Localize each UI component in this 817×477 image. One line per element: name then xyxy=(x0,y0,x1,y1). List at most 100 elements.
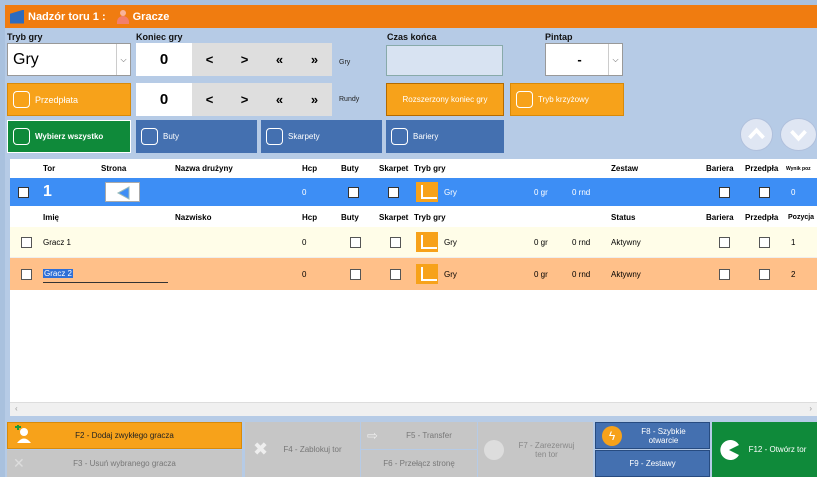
f8-label: F8 - Szybkie otwarcie xyxy=(641,426,686,445)
fast-prev-button[interactable]: « xyxy=(263,52,297,67)
scroll-left-icon[interactable]: ‹ xyxy=(15,404,18,413)
f5-transfer-button[interactable]: ⇨ F5 - Transfer xyxy=(361,422,477,449)
rundy-value[interactable]: 0 xyxy=(136,83,192,116)
player-przedpla-checkbox[interactable] xyxy=(759,268,770,280)
player-skarpet-checkbox[interactable] xyxy=(390,236,401,248)
player-imie: Gracz 2 xyxy=(43,269,74,278)
scroll-right-icon[interactable]: › xyxy=(809,404,812,413)
fast-next-button[interactable]: » xyxy=(298,92,332,107)
chevron-up-icon xyxy=(748,127,765,140)
checkbox-icon xyxy=(13,128,30,145)
prev-button[interactable]: < xyxy=(193,52,227,67)
chevron-down-icon[interactable]: ⌵ xyxy=(116,44,130,75)
tryb-gry-dropdown[interactable]: Gry ⌵ xyxy=(7,43,131,76)
buty-label: Buty xyxy=(163,132,180,141)
player-imie[interactable]: Gracz 1 xyxy=(43,227,71,257)
tryb-krzyzowy-button[interactable]: Tryb krzyżowy xyxy=(510,83,624,116)
lane-skarpet-checkbox[interactable] xyxy=(388,186,399,198)
col-bariera: Bariera xyxy=(706,213,734,222)
f8-quick-open-button[interactable]: ϟ F8 - Szybkie otwarcie xyxy=(595,422,710,449)
f6-switch-side-button[interactable]: F6 - Przełącz stronę xyxy=(361,450,477,477)
game-mode-icon xyxy=(416,264,438,284)
reserve-icon xyxy=(484,439,504,460)
f9-label: F9 - Zestawy xyxy=(629,459,676,468)
lane-bariera-checkbox[interactable] xyxy=(719,186,730,198)
lane-rnd: 0 rnd xyxy=(572,187,591,197)
game-mode-icon xyxy=(416,232,438,252)
f2-add-player-button[interactable]: F2 - Dodaj zwykłego gracza xyxy=(7,422,242,449)
player-imie-input[interactable]: Gracz 2 xyxy=(43,265,168,283)
fast-prev-button[interactable]: « xyxy=(263,92,297,107)
player-przedpla-checkbox[interactable] xyxy=(759,236,770,248)
horizontal-scrollbar[interactable]: ‹ › xyxy=(10,402,817,416)
czas-konca-input[interactable] xyxy=(386,45,503,76)
czas-konca-label: Czas końca xyxy=(387,32,437,42)
player-bariera-checkbox[interactable] xyxy=(719,268,730,280)
player-gr: 0 gr xyxy=(534,237,548,247)
tryb-gry-value: Gry xyxy=(13,50,39,68)
przedplata-button[interactable]: Przedpłata xyxy=(7,83,131,116)
f3-label: F3 - Usuń wybranego gracza xyxy=(73,459,176,468)
player-rnd: 0 rnd xyxy=(572,269,591,279)
player-buty-checkbox[interactable] xyxy=(350,268,361,280)
player-skarpet-checkbox[interactable] xyxy=(390,268,401,280)
tryb-krzyzowy-label: Tryb krzyżowy xyxy=(538,95,589,104)
rozszerzony-button[interactable]: Rozszerzony koniec gry xyxy=(386,83,504,116)
scroll-down-button[interactable] xyxy=(780,118,817,151)
game-mode-icon xyxy=(416,182,438,202)
col-status: Status xyxy=(611,213,636,222)
pintap-label: Pintap xyxy=(545,32,573,42)
col-skarpet: Skarpet xyxy=(379,213,409,222)
koniec-gry-value[interactable]: 0 xyxy=(136,43,192,76)
buty-button[interactable]: Buty xyxy=(136,120,257,153)
pintap-value: - xyxy=(577,52,582,67)
fast-next-button[interactable]: » xyxy=(298,52,332,67)
chevron-down-icon[interactable]: ⌵ xyxy=(608,44,622,75)
col-hcp: Hcp xyxy=(302,164,318,173)
player-row[interactable]: Gracz 2 0 Gry 0 gr 0 rnd Aktywny 2 xyxy=(10,258,817,290)
player-tryb: Gry xyxy=(444,237,457,247)
next-button[interactable]: > xyxy=(228,92,262,107)
player-checkbox[interactable] xyxy=(21,236,32,248)
next-button[interactable]: > xyxy=(228,52,262,67)
player-pozycja: 2 xyxy=(791,269,796,279)
scroll-up-button[interactable] xyxy=(740,118,773,151)
main-window: Nadzór toru 1 : Gracze Tryb gry Koniec g… xyxy=(5,5,817,477)
prev-button[interactable]: < xyxy=(193,92,227,107)
koniec-gry-nav: < > « » xyxy=(192,43,332,76)
player-rnd: 0 rnd xyxy=(572,237,591,247)
f7-reserve-button[interactable]: F7 - Zarezerwuj ten tor xyxy=(478,422,593,477)
gry-unit: Gry xyxy=(339,59,351,66)
skarpety-button[interactable]: Skarpety xyxy=(261,120,382,153)
player-bariera-checkbox[interactable] xyxy=(719,236,730,248)
lane-grid: Tor Strona Nazwa drużyny Hcp Buty Skarpe… xyxy=(10,159,817,402)
lane-buty-checkbox[interactable] xyxy=(348,186,359,198)
player-pozycja: 1 xyxy=(791,237,796,247)
player-checkbox[interactable] xyxy=(21,268,32,280)
transfer-icon: ⇨ xyxy=(367,427,378,443)
f4-lock-lane-button[interactable]: ✖ F4 - Zablokuj tor xyxy=(245,422,360,477)
lane-checkbox[interactable] xyxy=(18,186,29,198)
f12-open-lane-button[interactable]: F12 - Otwórz tor xyxy=(712,422,817,477)
bariery-button[interactable]: Bariery xyxy=(386,120,504,153)
player-buty-checkbox[interactable] xyxy=(350,236,361,248)
checkbox-icon xyxy=(516,91,533,108)
col-bariera: Bariera xyxy=(706,164,734,173)
f9-sets-button[interactable]: F9 - Zestawy xyxy=(595,450,710,477)
lane-przedpla-checkbox[interactable] xyxy=(759,186,770,198)
pintap-dropdown[interactable]: - ⌵ xyxy=(545,43,623,76)
checkbox-icon xyxy=(13,91,30,108)
f3-remove-player-button[interactable]: ✕ F3 - Usuń wybranego gracza xyxy=(7,450,242,477)
strona-button[interactable] xyxy=(105,178,140,206)
lane-row[interactable]: 1 0 Gry 0 gr 0 rnd 0 xyxy=(10,178,817,206)
wybierz-wszystko-button[interactable]: Wybierz wszystko xyxy=(7,120,131,153)
checkbox-icon xyxy=(391,128,408,145)
rundy-nav: < > « » xyxy=(192,83,332,116)
lane-icon xyxy=(10,9,24,24)
lane-wynik: 0 xyxy=(791,187,796,197)
f6-label: F6 - Przełącz stronę xyxy=(383,459,455,468)
player-row[interactable]: Gracz 1 0 Gry 0 gr 0 rnd Aktywny 1 xyxy=(10,227,817,258)
arrow-left-icon xyxy=(116,186,130,200)
col-tor: Tor xyxy=(43,164,56,173)
koniec-gry-label: Koniec gry xyxy=(136,32,183,42)
